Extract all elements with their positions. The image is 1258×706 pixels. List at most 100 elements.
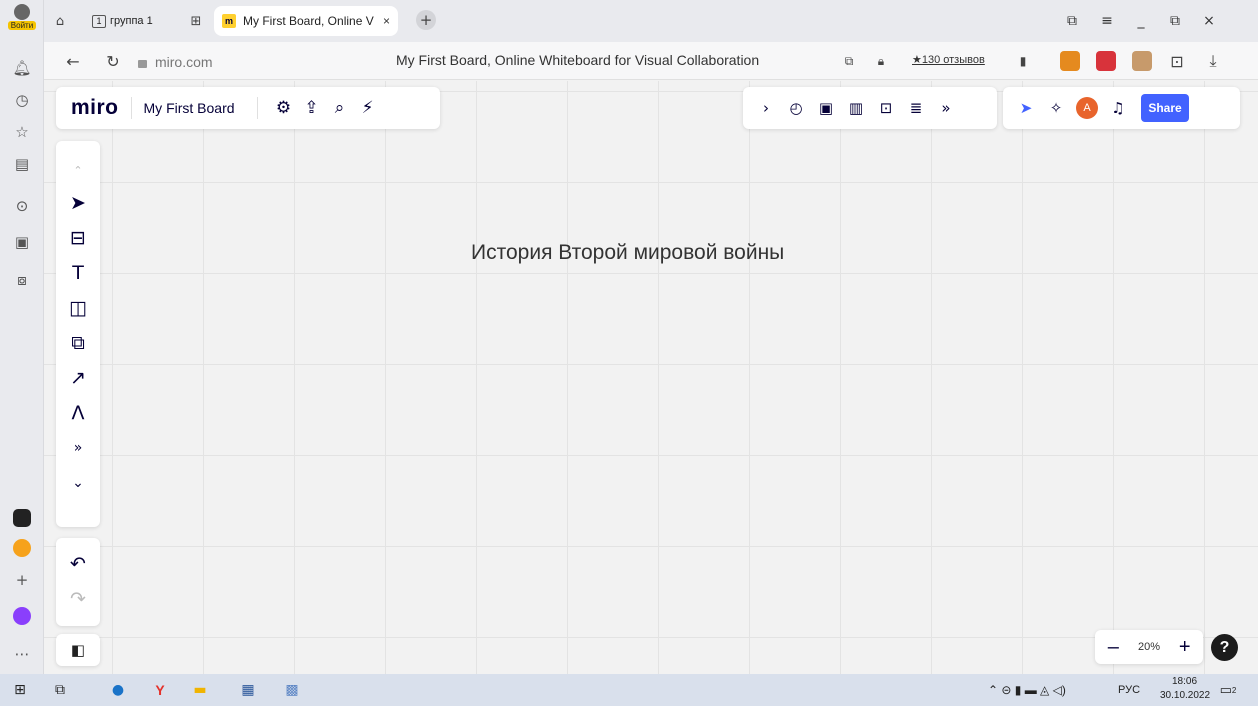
app-icon[interactable]: ▩	[282, 680, 302, 700]
maximize-button[interactable]: ⧉	[1162, 10, 1188, 32]
address-bar: ← ↻ miro.com My First Board, Online Whit…	[44, 42, 1258, 80]
extension-2-icon[interactable]	[1096, 51, 1116, 71]
share-button[interactable]: Share	[1141, 94, 1189, 122]
voting-icon[interactable]: ▣	[811, 94, 841, 122]
zoom-controls: – 20% +	[1095, 630, 1203, 664]
extension-3-icon[interactable]	[1132, 51, 1152, 71]
back-icon[interactable]: ←	[62, 50, 84, 72]
tray-icons[interactable]: ⌃ ⊝ ▮ ▬ ◬ ◁)	[988, 683, 1066, 697]
collapse-up-icon[interactable]: ⌃	[60, 155, 96, 185]
miro-logo[interactable]: miro	[71, 96, 119, 120]
bookmark-icon[interactable]: ▮	[1012, 50, 1034, 72]
search-icon[interactable]: ⌕	[326, 94, 354, 122]
more-tools-icon[interactable]: »	[60, 430, 96, 465]
language-indicator[interactable]: РУС	[1118, 684, 1140, 696]
reload-icon[interactable]: ↻	[102, 50, 124, 72]
extensions-icon[interactable]: ⊡	[1166, 50, 1188, 72]
user-panel: ➤ ✧ A ♫ Share	[1003, 87, 1240, 129]
board-canvas[interactable]	[44, 81, 1258, 674]
text-tool-icon[interactable]: T	[60, 255, 96, 290]
expand-down-icon[interactable]: ⌄	[60, 465, 96, 500]
shapes-icon[interactable]: ⧉	[60, 325, 96, 360]
zoom-in-button[interactable]: +	[1173, 636, 1197, 659]
edge-icon[interactable]: ●	[108, 680, 128, 700]
select-cursor-icon[interactable]: ➤	[60, 185, 96, 220]
login-button[interactable]: Войти	[4, 4, 40, 38]
tab-bar: ⌂ 1 группа 1 ⊞ m My First Board, Online …	[44, 0, 1258, 42]
home-tab-icon[interactable]: ⌂	[50, 11, 70, 31]
more-chevron-icon[interactable]: »	[931, 94, 961, 122]
undo-icon[interactable]: ↶	[60, 546, 96, 581]
history-panel: ↶ ↷	[56, 538, 100, 626]
connector-arrow-icon[interactable]: ↗	[60, 360, 96, 395]
close-window-button[interactable]: ×	[1196, 10, 1222, 32]
clock-date[interactable]: 30.10.2022	[1160, 690, 1210, 701]
export-icon[interactable]: ⇪	[298, 94, 326, 122]
sticky-note-icon[interactable]: ◫	[60, 290, 96, 325]
collections-icon[interactable]: ▤	[6, 150, 38, 178]
bell-icon[interactable]: 🔔︎	[6, 54, 38, 82]
windows-taskbar: ⊞ ⧉ ● Y ▬ ▦ ▩ ⌃ ⊝ ▮ ▬ ◬ ◁) РУС 18:06 30.…	[0, 674, 1258, 706]
chevron-right-icon[interactable]: ›	[751, 94, 781, 122]
presentation-icon[interactable]: ⊡	[871, 94, 901, 122]
reactions-icon[interactable]: ✧	[1041, 94, 1071, 122]
yandex-browser-icon[interactable]: Y	[150, 680, 170, 700]
reviews-link[interactable]: ★130 отзывов	[912, 53, 985, 66]
zoom-out-button[interactable]: –	[1101, 636, 1125, 659]
app-alice-station-icon[interactable]	[6, 504, 38, 532]
user-icon	[14, 4, 30, 20]
tab-group[interactable]: 1 группа 1	[92, 11, 153, 31]
clock-time[interactable]: 18:06	[1172, 676, 1197, 687]
new-tab-button[interactable]: +	[416, 10, 436, 30]
avatar[interactable]: A	[1076, 97, 1098, 119]
frames-panel-button[interactable]: ◧	[56, 634, 100, 666]
miro-favicon-icon: m	[222, 14, 236, 28]
tab-list-icon[interactable]: ⧉	[1059, 10, 1085, 32]
protect-icon[interactable]: 🔒︎	[870, 50, 892, 72]
url-field[interactable]: miro.com	[138, 52, 213, 72]
notes-icon[interactable]: ≣	[901, 94, 931, 122]
translate-icon[interactable]: ⧉	[838, 50, 860, 72]
timer-icon[interactable]: ◴	[781, 94, 811, 122]
pen-icon[interactable]: Λ	[60, 395, 96, 430]
file-explorer-icon[interactable]: ▬	[190, 680, 210, 700]
app-pie-icon[interactable]	[6, 534, 38, 562]
menu-icon[interactable]: ≡	[1094, 10, 1120, 32]
login-label: Войти	[7, 21, 37, 30]
minimize-button[interactable]: _	[1128, 10, 1154, 32]
calendar-icon[interactable]: ▥	[841, 94, 871, 122]
downloads-icon[interactable]: ⤓	[1202, 50, 1224, 72]
tabs-counter-icon[interactable]: ▣	[6, 228, 38, 256]
page-title: My First Board, Online Whiteboard for Vi…	[396, 52, 760, 68]
redo-icon[interactable]: ↷	[60, 581, 96, 616]
templates-icon[interactable]: ⊟	[60, 220, 96, 255]
tab-close-icon[interactable]: ×	[383, 14, 390, 28]
board-header-panel: miro My First Board ⚙ ⇪ ⌕ ⚡︎	[56, 87, 440, 129]
history-icon[interactable]: ◷	[6, 86, 38, 114]
more-dots-icon[interactable]: ⋯	[6, 640, 38, 668]
cursor-share-icon[interactable]: ➤	[1011, 94, 1041, 122]
alice-icon[interactable]	[6, 602, 38, 630]
bookmarks-star-icon[interactable]: ☆	[6, 118, 38, 146]
add-app-icon[interactable]: +	[6, 566, 38, 594]
windows-start-icon[interactable]: ⊞	[10, 680, 30, 700]
url-text: miro.com	[155, 54, 213, 70]
notifications-icon[interactable]: ▭ 2	[1218, 680, 1238, 700]
settings-gear-icon[interactable]: ⚙	[270, 94, 298, 122]
word-icon[interactable]: ▦	[238, 680, 258, 700]
play-icon[interactable]: ⊙	[6, 192, 38, 220]
board-text-element[interactable]: История Второй мировой войны	[471, 241, 784, 265]
extension-1-icon[interactable]	[1060, 51, 1080, 71]
board-name[interactable]: My First Board	[144, 100, 235, 116]
integrations-icon[interactable]: ⚡︎	[354, 94, 382, 122]
lock-icon	[138, 60, 147, 68]
help-button[interactable]: ?	[1211, 634, 1238, 661]
tab-group-number: 1	[92, 14, 106, 28]
frames-icon: ◧	[70, 641, 86, 659]
new-group-icon[interactable]: ⊞	[186, 11, 206, 31]
zoom-level[interactable]: 20%	[1138, 641, 1160, 653]
notifications-bell-icon[interactable]: ♫	[1103, 94, 1133, 122]
tab-miro[interactable]: m My First Board, Online V ×	[214, 6, 398, 36]
task-view-icon[interactable]: ⧉	[50, 680, 70, 700]
camera-icon[interactable]: ⧇	[6, 266, 38, 294]
